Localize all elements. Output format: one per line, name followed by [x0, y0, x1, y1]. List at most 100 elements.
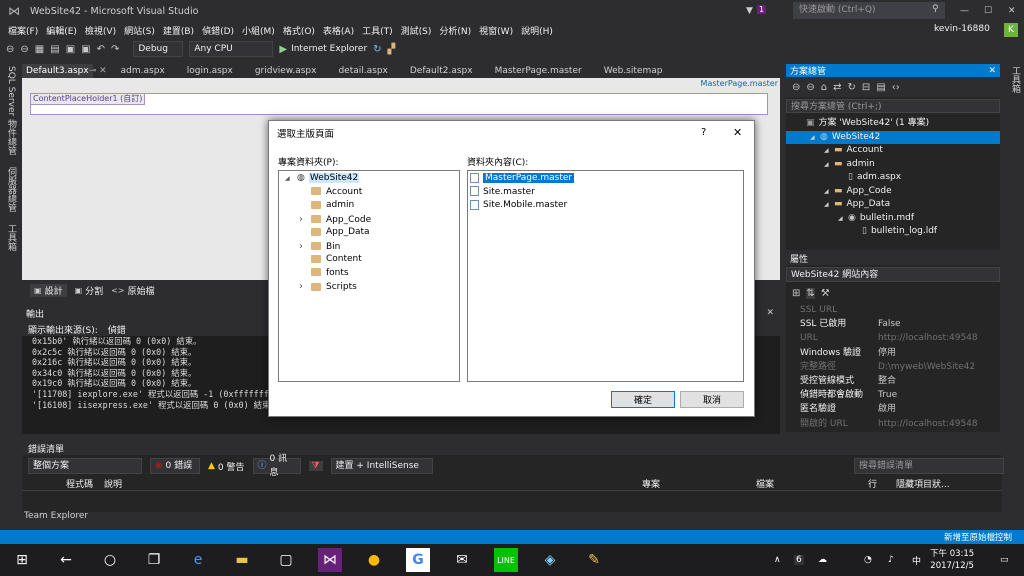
platform-select[interactable]: Any CPU — [189, 41, 274, 57]
messages-filter-button[interactable]: ⓘ 0 訊息 — [252, 454, 301, 478]
browser-link-icon[interactable]: ▞ — [388, 44, 396, 55]
pin-icon[interactable]: ⊸ ✕ — [89, 64, 107, 78]
user-name[interactable]: kevin-16880 — [934, 24, 990, 34]
menu-item[interactable]: 建置(B) — [163, 24, 194, 37]
menu-item[interactable]: 檔案(F) — [8, 24, 38, 37]
properties-object-select[interactable]: WebSite42 網站內容 — [786, 267, 1000, 282]
ok-button[interactable]: 確定 — [611, 391, 675, 408]
folder-tree-item[interactable]: admin — [279, 199, 459, 213]
content-placeholder[interactable]: ContentPlaceHolder1 (自訂) — [30, 93, 768, 115]
property-row[interactable]: 完整路徑 D:\myweb\WebSite42 — [786, 360, 1000, 374]
redo-icon[interactable]: ↷ — [111, 44, 119, 55]
sync-icon[interactable]: ⇄ — [833, 82, 841, 93]
folder-contents-list[interactable]: MasterPage.master Site.master Site.Mobile.… — [467, 170, 744, 382]
network-icon[interactable]: ◔ — [864, 555, 872, 565]
property-row[interactable]: 受控管線模式 整合 — [786, 374, 1000, 388]
menu-item[interactable]: 測試(S) — [401, 24, 432, 37]
view-tab-2[interactable]: <> 原始檔 — [111, 284, 154, 297]
property-value[interactable]: True — [878, 388, 897, 402]
home-icon[interactable]: ⌂ — [821, 82, 827, 93]
right-toolbox-tab[interactable]: 工具箱 — [1004, 66, 1022, 93]
solution-tree-item[interactable]: ◢ ▬ Account — [786, 144, 1000, 158]
sol-refresh-icon[interactable]: ↻ — [848, 82, 856, 93]
maximize-button[interactable]: ☐ — [984, 6, 992, 16]
error-column-header[interactable]: 程式碼 — [66, 477, 93, 490]
folder-tree-item[interactable]: › Bin — [279, 240, 459, 254]
solution-tree-item[interactable]: ◢ ▬ App_Code — [786, 185, 1000, 199]
dialog-help-button[interactable]: ? — [701, 127, 706, 138]
solution-search-input[interactable]: 搜尋方案總管 (Ctrl+;) — [786, 99, 1000, 113]
line-icon[interactable]: LINE — [494, 548, 518, 572]
left-tool-tab[interactable]: SQL Server 物件總管 — [5, 66, 18, 155]
menu-item[interactable]: 小組(M) — [242, 24, 275, 37]
solution-tree-item[interactable]: ▣ 方案 'WebSite42' (1 專案) — [786, 117, 1000, 131]
new-project-icon[interactable]: ▦ — [35, 44, 44, 55]
doc-tab[interactable]: Default3.aspx — [22, 64, 93, 78]
clock[interactable]: 下午 03:15 2017/12/5 — [930, 548, 974, 572]
close-button[interactable]: ✕ — [1008, 6, 1016, 16]
config-select[interactable]: Debug — [133, 41, 184, 57]
media-player-icon[interactable]: ● — [362, 548, 386, 572]
file-list-item[interactable]: Site.Mobile.master — [468, 199, 743, 213]
property-row[interactable]: SSL 已啟用 False — [786, 317, 1000, 331]
property-value[interactable]: 停用 — [878, 346, 896, 360]
left-tool-tab[interactable]: 工具箱 — [5, 224, 18, 251]
menu-item[interactable]: 表格(A) — [323, 24, 354, 37]
error-column-header[interactable]: 檔案 — [756, 477, 774, 490]
expand-arrow-icon[interactable]: › — [299, 213, 311, 227]
file-explorer-icon[interactable]: ▬ — [230, 548, 254, 572]
expand-arrow-icon[interactable]: ◢ — [824, 144, 834, 158]
refresh-icon[interactable]: ↻ — [373, 44, 381, 55]
folder-tree-item[interactable]: ◢ ◍ WebSite42 — [279, 172, 459, 186]
tray-up-icon[interactable]: ∧ — [774, 555, 781, 565]
cortana-search-icon[interactable]: ○ — [98, 548, 122, 572]
doc-tab[interactable]: login.aspx — [183, 64, 237, 78]
mail-icon[interactable]: ✉ — [450, 548, 474, 572]
alphabetical-icon[interactable]: ⇅ — [806, 287, 815, 299]
back-icon[interactable]: ⊖ — [6, 44, 14, 55]
filter-icon[interactable]: ▼ — [746, 6, 753, 16]
error-scope-select[interactable]: 整個方案 — [28, 458, 142, 474]
run-icon[interactable]: ▶ — [279, 44, 287, 55]
solution-close-icon[interactable]: ✕ — [988, 66, 996, 76]
task-view-icon[interactable]: ❐ — [142, 548, 166, 572]
expand-arrow-icon[interactable]: ◢ — [838, 212, 848, 226]
filter-toggle-icon[interactable]: ⧩ — [308, 461, 323, 471]
doc-tab[interactable]: Web.sitemap — [600, 64, 667, 78]
solution-tree-item[interactable]: ◢ ▬ admin — [786, 158, 1000, 172]
minimize-button[interactable]: — — [960, 6, 969, 16]
sol-forward-icon[interactable]: ⊖ — [806, 82, 814, 93]
property-row[interactable]: SSL URL — [786, 303, 1000, 317]
collapse-icon[interactable]: ⊟ — [862, 82, 870, 93]
book-icon[interactable]: ◈ — [538, 548, 562, 572]
visual-studio-icon[interactable]: ⋈ — [318, 548, 342, 572]
folder-tree-item[interactable]: › Scripts — [279, 280, 459, 294]
notification-badge[interactable]: 1 — [757, 5, 767, 14]
doc-tab[interactable]: detail.aspx — [334, 64, 391, 78]
property-row[interactable]: 匿名驗證 啟用 — [786, 402, 1000, 416]
solution-tree-item[interactable]: ◢ ▬ App_Data — [786, 198, 1000, 212]
quick-launch-input[interactable]: 快速啟動 (Ctrl+Q) — [793, 2, 945, 19]
team-explorer-tab[interactable]: Team Explorer — [24, 511, 88, 521]
folder-tree-item[interactable]: Content — [279, 253, 459, 267]
menu-item[interactable]: 分析(N) — [439, 24, 471, 37]
folder-tree-item[interactable]: App_Data — [279, 226, 459, 240]
menu-item[interactable]: 說明(H) — [521, 24, 553, 37]
expand-arrow-icon[interactable]: ◢ — [824, 198, 834, 212]
action-center-icon[interactable]: ▭ — [1000, 555, 1009, 565]
error-column-header[interactable]: 說明 — [104, 477, 122, 490]
menu-item[interactable]: 偵錯(D) — [202, 24, 234, 37]
output-close-icon[interactable]: ✕ — [766, 308, 774, 318]
undo-icon[interactable]: ↶ — [97, 44, 105, 55]
doc-tab[interactable]: MasterPage.master — [491, 64, 586, 78]
chrome-icon[interactable]: G — [406, 548, 430, 572]
wrench-icon[interactable]: ⚒ — [821, 288, 830, 299]
dialog-close-button[interactable]: ✕ — [733, 126, 742, 139]
solution-tree-item[interactable]: ◢ ◍ WebSite42 — [786, 130, 1000, 144]
onedrive-icon[interactable]: ☁ — [818, 555, 827, 565]
paint-icon[interactable]: ✎ — [582, 548, 606, 572]
errors-filter-button[interactable]: ⊗ 0 錯誤 — [150, 458, 200, 474]
folder-tree-item[interactable]: › App_Code — [279, 213, 459, 227]
ime-indicator[interactable]: 中 — [912, 554, 921, 567]
property-row[interactable]: 開啟的 URL http://localhost:49548 — [786, 417, 1000, 431]
